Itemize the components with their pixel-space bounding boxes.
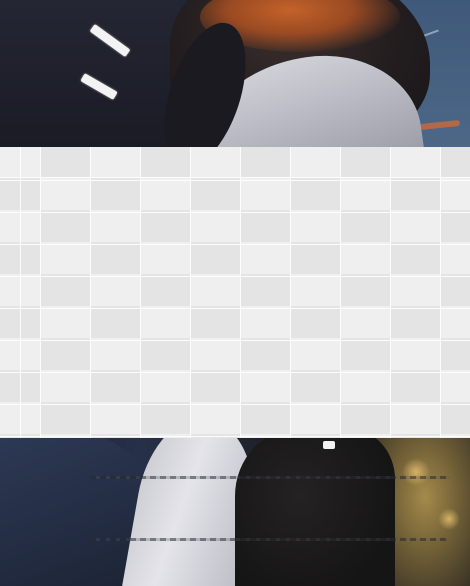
photo-bottom-section <box>0 438 470 586</box>
bokeh-light <box>402 458 430 486</box>
white-speck <box>323 441 335 449</box>
compression-line <box>90 476 450 479</box>
compression-line <box>90 538 450 541</box>
dark-hair <box>235 438 395 586</box>
image-frame <box>0 0 470 586</box>
photo-top-section <box>0 0 470 147</box>
dark-background-left <box>0 0 180 147</box>
bokeh-light <box>438 508 460 530</box>
checker-grid-lines <box>0 147 470 438</box>
transparency-checkerboard <box>0 147 470 438</box>
